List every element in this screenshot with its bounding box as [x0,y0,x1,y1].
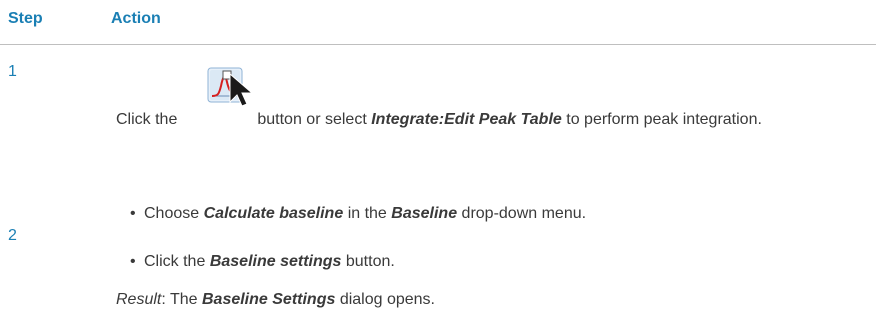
bullet-icon: • [130,253,136,270]
step-number-1: 1 [8,63,17,80]
step-1-text-end: to perform peak integration. [566,111,762,128]
bullet-1-menu: Baseline [391,205,458,222]
step-1-instruction: Click the button or select Integrate:Edit… [116,108,836,132]
column-header-step: Step [8,10,43,27]
result-dialog-name: Baseline Settings [201,291,336,308]
result-post: dialog opens. [339,291,435,308]
step-number-2: 2 [8,227,17,244]
step-1-text-before: Click the [116,111,178,128]
bullet-2-button-name: Baseline settings [209,253,342,270]
list-item: • Choose Calculate baseline in the Basel… [130,202,587,226]
result-label: Result [116,291,162,308]
result-pre: : The [161,291,198,308]
bullet-icon: • [130,205,136,222]
edit-peak-table-icon [206,58,278,115]
bullet-2-post: button. [345,253,395,270]
bullet-1-option: Calculate baseline [203,205,344,222]
result-line: Result: The Baseline Settings dialog ope… [116,288,435,312]
command-name: Integrate:Edit Peak Table [371,111,562,128]
step-1-text-after: button or select [257,111,367,128]
list-item: • Click the Baseline settings button. [130,250,395,274]
table-header: Step Action [0,0,876,44]
bullet-2-pre: Click the [144,253,206,270]
bullet-1-pre: Choose [144,205,200,222]
column-header-action: Action [111,10,161,27]
bullet-1-post: drop-down menu. [461,205,587,222]
bullet-1-mid: in the [347,205,387,222]
header-divider [0,44,876,45]
